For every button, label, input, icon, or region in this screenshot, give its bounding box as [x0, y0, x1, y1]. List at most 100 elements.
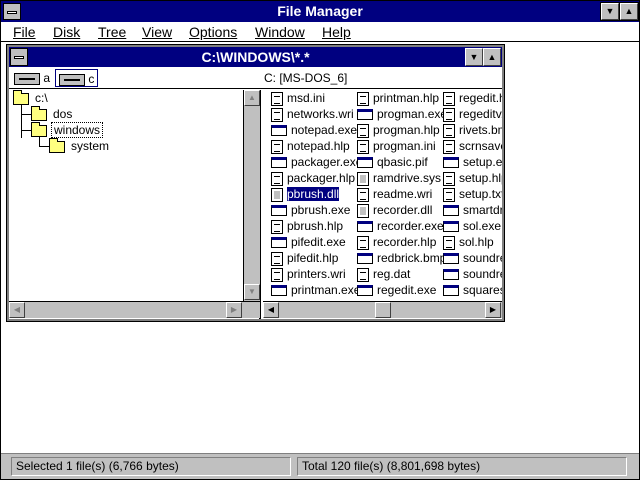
- scroll-thumb[interactable]: [375, 302, 391, 318]
- file-item[interactable]: recorder.exe: [357, 218, 444, 234]
- file-item[interactable]: printman.hlp: [357, 90, 439, 106]
- file-item[interactable]: readme.wri: [357, 186, 432, 202]
- scroll-left-icon[interactable]: ◀: [263, 302, 279, 318]
- program-file-icon: [271, 125, 287, 137]
- file-item[interactable]: regedit.exe: [357, 282, 436, 298]
- drive-a-button[interactable]: a: [11, 69, 53, 87]
- file-name: pifedit.exe: [291, 235, 346, 249]
- drive-bar: a c C: [MS-DOS_6]: [9, 67, 502, 89]
- file-item[interactable]: squares.bmp: [443, 282, 502, 298]
- tree-vertical-scrollbar[interactable]: ▲ ▼: [243, 90, 260, 301]
- minimize-icon[interactable]: ▼: [600, 2, 620, 21]
- program-file-icon: [271, 157, 287, 169]
- file-item[interactable]: pifedit.exe: [271, 234, 346, 250]
- file-item[interactable]: scrnsave.scr: [443, 138, 502, 154]
- menu-file[interactable]: File: [13, 24, 36, 40]
- floppy-drive-icon: [14, 72, 40, 85]
- file-item[interactable]: setup.exe: [443, 154, 502, 170]
- file-item[interactable]: progman.ini: [357, 138, 436, 154]
- file-item[interactable]: printman.exe: [271, 282, 360, 298]
- menu-help[interactable]: Help: [322, 24, 351, 40]
- directory-tree-pane: c:\ dos windows system ▲ ▼ ◀ ▶: [9, 90, 261, 319]
- file-name: packager.exe: [291, 155, 363, 169]
- scroll-left-icon[interactable]: ◀: [9, 302, 25, 318]
- file-item[interactable]: ramdrive.sys: [357, 170, 441, 186]
- file-name: soundrec.hlp: [463, 267, 502, 281]
- file-item[interactable]: soundrec.exe: [443, 250, 502, 266]
- scroll-up-icon[interactable]: ▲: [244, 90, 260, 106]
- file-item[interactable]: pbrush.hlp: [271, 218, 343, 234]
- file-name: pbrush.exe: [291, 203, 351, 217]
- file-name: squares.bmp: [463, 283, 502, 297]
- file-item[interactable]: sol.exe: [443, 218, 501, 234]
- file-name: recorder.exe: [377, 219, 444, 233]
- system-menu-icon[interactable]: [3, 3, 21, 20]
- folder-icon: [31, 105, 47, 121]
- tree-horizontal-scrollbar[interactable]: ◀ ▶: [9, 301, 260, 318]
- file-item[interactable]: sol.hlp: [443, 234, 494, 250]
- file-item[interactable]: pbrush.dll: [270, 186, 340, 203]
- tree-item-dos[interactable]: dos: [31, 105, 74, 122]
- file-item[interactable]: notepad.exe: [271, 122, 357, 138]
- file-item[interactable]: setup.hlp: [443, 170, 502, 186]
- file-horizontal-scrollbar[interactable]: ◀ ▶: [263, 301, 502, 318]
- tree-item-system[interactable]: system: [49, 137, 111, 154]
- file-name: ramdrive.sys: [373, 171, 442, 185]
- directory-window-title: C:\WINDOWS\*.*: [201, 49, 310, 65]
- tree-item-windows[interactable]: windows: [31, 121, 104, 138]
- document-file-icon: [271, 139, 283, 154]
- file-name: pbrush.dll: [287, 187, 340, 201]
- file-item[interactable]: progman.exe: [357, 106, 447, 122]
- file-item[interactable]: regeditv.hlp: [443, 106, 502, 122]
- maximize-icon[interactable]: ▲: [619, 2, 639, 21]
- document-file-icon: [271, 91, 283, 106]
- file-item[interactable]: printers.wri: [271, 266, 346, 282]
- directory-tree: c:\ dos windows system: [9, 90, 243, 301]
- menu-disk[interactable]: Disk: [53, 24, 80, 40]
- file-name: notepad.hlp: [287, 139, 350, 153]
- document-file-icon: [357, 139, 369, 154]
- file-name: regedit.exe: [377, 283, 437, 297]
- file-item[interactable]: regedit.hlp: [443, 90, 502, 106]
- file-item[interactable]: rivets.bmp: [443, 122, 502, 138]
- folder-open-icon: [31, 121, 47, 137]
- file-item[interactable]: redbrick.bmp: [357, 250, 446, 266]
- file-item[interactable]: msd.ini: [271, 90, 325, 106]
- file-name: soundrec.exe: [463, 251, 502, 265]
- file-name: sol.hlp: [459, 235, 494, 249]
- menu-window[interactable]: Window: [255, 24, 305, 40]
- directory-window-title-bar[interactable]: C:\WINDOWS\*.* ▼ ▲: [9, 47, 502, 67]
- document-file-icon: [443, 235, 455, 250]
- drive-c-label: c: [88, 72, 95, 86]
- drive-c-button[interactable]: c: [55, 69, 99, 87]
- file-item[interactable]: notepad.hlp: [271, 138, 350, 154]
- file-item[interactable]: packager.exe: [271, 154, 362, 170]
- file-item[interactable]: smartdrv.exe: [443, 202, 502, 218]
- file-item[interactable]: setup.txt: [443, 186, 502, 202]
- file-name: networks.wri: [287, 107, 354, 121]
- menu-tree[interactable]: Tree: [98, 24, 126, 40]
- tree-item-root[interactable]: c:\: [13, 90, 50, 106]
- file-item[interactable]: pbrush.exe: [271, 202, 350, 218]
- scroll-right-icon[interactable]: ▶: [226, 302, 242, 318]
- app-title-bar[interactable]: File Manager ▼ ▲: [1, 1, 639, 22]
- file-item[interactable]: soundrec.hlp: [443, 266, 502, 282]
- menu-options[interactable]: Options: [189, 24, 237, 40]
- file-item[interactable]: qbasic.pif: [357, 154, 428, 170]
- file-item[interactable]: reg.dat: [357, 266, 410, 282]
- directory-minimize-icon[interactable]: ▼: [465, 48, 483, 66]
- scroll-right-icon[interactable]: ▶: [485, 302, 501, 318]
- file-name: setup.txt: [459, 187, 502, 201]
- file-item[interactable]: recorder.dll: [357, 202, 432, 218]
- directory-maximize-icon[interactable]: ▲: [483, 48, 501, 66]
- program-file-icon: [357, 285, 373, 297]
- file-item[interactable]: networks.wri: [271, 106, 354, 122]
- file-item[interactable]: packager.hlp: [271, 170, 355, 186]
- scroll-down-icon[interactable]: ▼: [244, 284, 260, 300]
- file-item[interactable]: recorder.hlp: [357, 234, 436, 250]
- menu-view[interactable]: View: [142, 24, 172, 40]
- program-file-icon: [271, 237, 287, 249]
- directory-system-menu-icon[interactable]: [10, 48, 28, 66]
- file-item[interactable]: progman.hlp: [357, 122, 440, 138]
- file-item[interactable]: pifedit.hlp: [271, 250, 338, 266]
